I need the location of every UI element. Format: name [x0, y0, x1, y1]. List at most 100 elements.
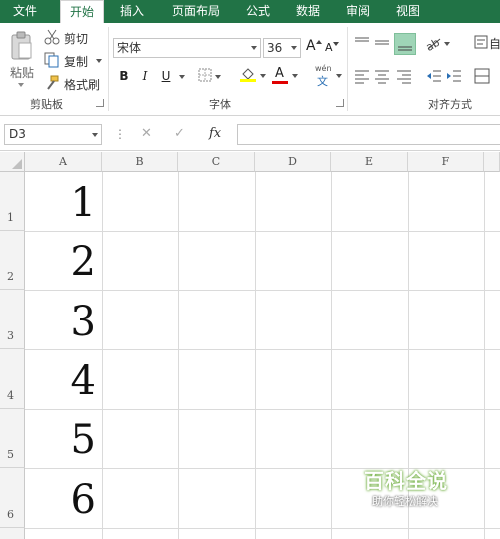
gridline — [25, 409, 500, 410]
tab-page-layout[interactable]: 页面布局 — [166, 0, 226, 23]
font-size-select[interactable]: 36 — [263, 38, 301, 58]
align-bottom-button[interactable] — [394, 33, 416, 55]
align-top-button[interactable] — [354, 35, 372, 53]
copy-dropdown-arrow[interactable] — [96, 59, 102, 63]
decrease-indent-button[interactable] — [426, 68, 444, 86]
cut-button[interactable]: 剪切 — [44, 29, 94, 47]
gridline — [25, 528, 500, 529]
cell-a4[interactable]: 4 — [26, 358, 96, 404]
alignment-group-label: 对齐方式 — [428, 98, 472, 111]
paste-label: 粘贴 — [10, 66, 35, 80]
insert-function-button[interactable]: fx — [209, 126, 221, 141]
watermark-title: 百科全说 — [364, 469, 448, 493]
chevron-down-icon — [336, 74, 342, 78]
tab-insert[interactable]: 插入 — [112, 0, 152, 23]
paste-dropdown-arrow[interactable] — [18, 83, 24, 87]
decrease-indent-icon — [427, 70, 441, 82]
formula-input[interactable] — [237, 124, 500, 145]
font-group-label: 字体 — [209, 98, 231, 111]
chevron-down-icon — [260, 74, 266, 78]
phonetic-bottom-text: 文 — [317, 75, 328, 88]
name-box[interactable]: D3 — [4, 124, 102, 145]
gridline — [255, 172, 256, 539]
cell-a2[interactable]: 2 — [26, 239, 96, 285]
grow-font-button[interactable]: A — [306, 38, 322, 58]
cell-a6[interactable]: 6 — [26, 477, 96, 523]
tab-data[interactable]: 数据 — [288, 0, 328, 23]
column-header-c[interactable]: C — [178, 152, 255, 172]
row-header-1[interactable]: 1 — [0, 172, 25, 231]
tab-file[interactable]: 文件 — [0, 0, 50, 23]
row-header-6[interactable]: 6 — [0, 468, 25, 528]
scissors-icon — [44, 29, 60, 45]
align-bottom-icon — [398, 46, 412, 51]
paintbrush-icon — [47, 75, 59, 90]
border-icon — [198, 68, 212, 82]
paint-bucket-icon — [240, 68, 256, 82]
copy-button[interactable]: 复制 — [44, 52, 104, 70]
tab-formulas[interactable]: 公式 — [238, 0, 278, 23]
row-header-7[interactable] — [0, 528, 25, 539]
column-header-d[interactable]: D — [255, 152, 331, 172]
column-header-b[interactable]: B — [102, 152, 178, 172]
clipboard-icon — [11, 31, 32, 60]
chevron-down-icon — [444, 42, 450, 46]
row-header-3[interactable]: 3 — [0, 290, 25, 349]
phonetic-guide-button[interactable]: wén 文 — [314, 64, 344, 88]
formula-bar: D3 ⋮ ✕ ✓ fx — [0, 117, 500, 151]
wrap-text-button[interactable]: 自 — [474, 35, 500, 53]
font-color-glyph: A — [275, 66, 284, 81]
merge-center-button[interactable] — [474, 68, 500, 86]
tab-view[interactable]: 视图 — [388, 0, 428, 23]
fill-color-button[interactable] — [240, 66, 268, 86]
cell-a5[interactable]: 5 — [26, 417, 96, 463]
row-header-2[interactable]: 2 — [0, 231, 25, 290]
font-color-button[interactable]: A — [272, 66, 300, 86]
column-header-f[interactable]: F — [408, 152, 484, 172]
row-number: 5 — [7, 448, 14, 461]
font-launcher[interactable] — [336, 99, 344, 107]
gridline — [331, 172, 332, 539]
underline-dropdown-arrow[interactable] — [179, 75, 185, 79]
border-button[interactable] — [198, 68, 222, 84]
align-left-button[interactable] — [354, 68, 372, 86]
bold-button[interactable]: B — [115, 67, 133, 85]
chevron-down-icon — [251, 46, 257, 50]
align-middle-button[interactable] — [374, 35, 392, 53]
merge-cells-icon — [474, 68, 490, 84]
row-number: 6 — [7, 508, 14, 521]
format-painter-button[interactable]: 格式刷 — [44, 75, 104, 93]
cell-a3[interactable]: 3 — [26, 299, 96, 345]
orientation-button[interactable]: ab — [424, 35, 451, 54]
underline-button[interactable]: U — [157, 67, 175, 85]
row-header-4[interactable]: 4 — [0, 349, 25, 409]
wrap-text-label: 自 — [489, 37, 500, 51]
cancel-entry-icon[interactable]: ✕ — [141, 126, 152, 141]
tab-review[interactable]: 审阅 — [338, 0, 378, 23]
paste-button[interactable]: 粘贴 — [6, 29, 36, 91]
align-right-button[interactable] — [396, 68, 414, 86]
increase-indent-button[interactable] — [446, 68, 464, 86]
formula-bar-grip-icon[interactable]: ⋮ — [114, 127, 126, 141]
column-header-e[interactable]: E — [331, 152, 408, 172]
font-family-select[interactable]: 宋体 — [113, 38, 261, 58]
confirm-entry-icon[interactable]: ✓ — [174, 126, 185, 141]
align-center-button[interactable] — [374, 68, 392, 86]
cell-a1[interactable]: 1 — [26, 180, 96, 226]
column-header-g[interactable] — [484, 152, 500, 172]
font-family-value: 宋体 — [117, 41, 142, 55]
clipboard-launcher[interactable] — [96, 99, 104, 107]
row-number: 4 — [7, 389, 14, 402]
format-painter-label: 格式刷 — [64, 78, 101, 92]
gridline — [102, 172, 103, 539]
select-all-corner[interactable] — [0, 152, 25, 172]
row-header-5[interactable]: 5 — [0, 409, 25, 468]
shrink-font-button[interactable]: A — [325, 40, 341, 58]
align-middle-icon — [375, 40, 389, 45]
column-header-a[interactable]: A — [25, 152, 102, 172]
ribbon-tab-bar: 文件 开始 插入 页面布局 公式 数据 审阅 视图 — [0, 0, 500, 24]
tab-home[interactable]: 开始 — [60, 0, 104, 24]
italic-button[interactable]: I — [136, 67, 154, 85]
chevron-down-icon — [291, 46, 297, 50]
increase-indent-icon — [447, 70, 461, 82]
